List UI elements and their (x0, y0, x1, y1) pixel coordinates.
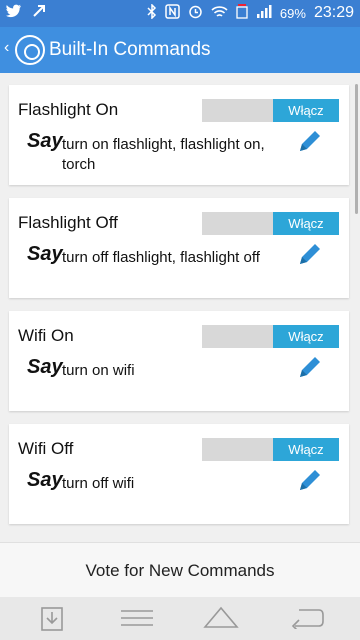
signal-icon (256, 4, 272, 22)
say-label: Say (27, 243, 63, 265)
command-card: Flashlight On Włącz Say turn on flashlig… (9, 85, 349, 185)
download-icon[interactable] (41, 605, 63, 636)
vote-new-commands-button[interactable]: Vote for New Commands (0, 542, 360, 598)
enable-toggle[interactable]: Włącz (202, 99, 339, 122)
pencil-icon[interactable] (296, 466, 324, 494)
command-title: Wifi On (18, 326, 74, 345)
wifi-icon (211, 5, 228, 22)
pencil-icon[interactable] (296, 353, 324, 381)
pencil-icon[interactable] (296, 127, 324, 155)
command-phrase: turn off wifi (62, 475, 135, 492)
enable-button[interactable]: Włącz (273, 438, 339, 461)
say-label: Say (27, 469, 63, 491)
battery-percent: 69% (279, 5, 306, 21)
enable-toggle[interactable]: Włącz (202, 212, 339, 235)
back-icon[interactable] (289, 607, 325, 634)
twitter-icon (6, 4, 22, 21)
command-title: Wifi Off (18, 439, 74, 458)
command-phrase: turn on flashlight, flashlight on, torch (62, 136, 265, 173)
enable-toggle[interactable]: Włącz (202, 438, 339, 461)
app-logo-icon[interactable] (15, 35, 45, 65)
status-bar: 69% 23:29 (0, 0, 360, 27)
say-label: Say (27, 130, 63, 152)
command-card: Flashlight Off Włącz Say turn off flashl… (9, 198, 349, 298)
enable-button[interactable]: Włącz (273, 325, 339, 348)
app-bar: ‹ Built-In Commands (0, 27, 360, 73)
nfc-icon (165, 4, 180, 22)
scrollbar[interactable] (355, 84, 358, 214)
page-title: Built-In Commands (49, 39, 211, 60)
status-time: 23:29 (313, 4, 354, 21)
menu-icon[interactable] (121, 608, 153, 633)
chevron-left-icon[interactable]: ‹ (4, 39, 9, 57)
say-label: Say (27, 356, 63, 378)
enable-button[interactable]: Włącz (273, 99, 339, 122)
command-title: Flashlight On (18, 100, 119, 119)
enable-toggle[interactable]: Włącz (202, 325, 339, 348)
home-icon[interactable] (203, 606, 239, 633)
missed-call-icon (32, 4, 48, 21)
command-phrase: turn off flashlight, flashlight off (62, 249, 260, 266)
vote-label: Vote for New Commands (85, 561, 275, 580)
alarm-icon (188, 4, 203, 22)
navigation-bar (0, 597, 360, 640)
command-title: Flashlight Off (18, 213, 118, 232)
command-card: Wifi Off Włącz Say turn off wifi (9, 424, 349, 524)
pencil-icon[interactable] (296, 240, 324, 268)
command-phrase: turn on wifi (62, 362, 135, 379)
command-card: Wifi On Włącz Say turn on wifi (9, 311, 349, 411)
sim-icon (236, 4, 248, 22)
bluetooth-icon (147, 3, 157, 22)
enable-button[interactable]: Włącz (273, 212, 339, 235)
